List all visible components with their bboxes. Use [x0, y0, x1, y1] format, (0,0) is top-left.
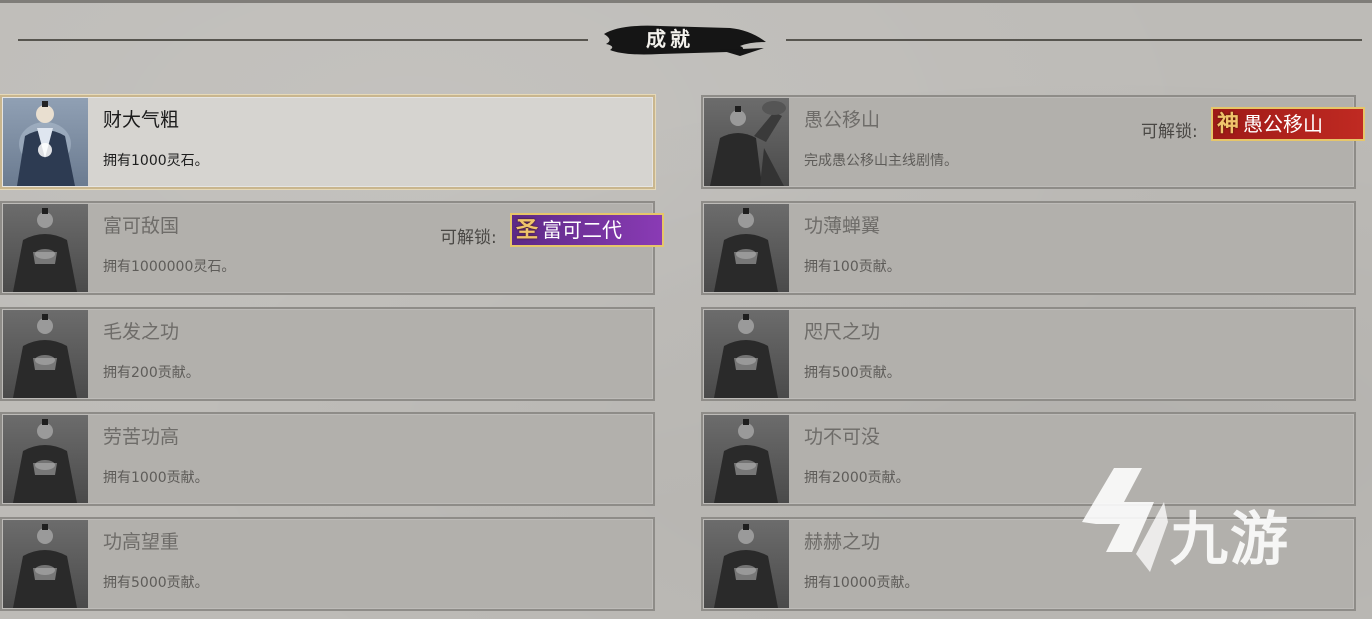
- reward-title-text: 愚公移山: [1243, 112, 1323, 136]
- achievement-description: 拥有2000贡献。: [804, 470, 910, 486]
- achievement-card[interactable]: 劳苦功高 拥有1000贡献。: [0, 412, 655, 506]
- unlock-label: 可解锁:: [1141, 122, 1198, 142]
- achievement-name: 劳苦功高: [103, 426, 180, 448]
- unlock-label: 可解锁:: [440, 228, 497, 248]
- achievement-description: 拥有200贡献。: [103, 365, 200, 381]
- achievement-description: 拥有500贡献。: [804, 365, 901, 381]
- achievement-card[interactable]: 愚公移山 完成愚公移山主线剧情。 可解锁: 神 愚公移山: [701, 95, 1365, 189]
- achievement-description: 拥有1000贡献。: [103, 470, 209, 486]
- achievement-description: 拥有1000000灵石。: [103, 259, 236, 275]
- achievement-description: 拥有5000贡献。: [103, 575, 209, 591]
- achievement-name: 财大气粗: [103, 109, 180, 131]
- achievement-description: 拥有1000灵石。: [103, 153, 209, 169]
- cultivator-portrait-dim-icon: [3, 310, 88, 398]
- achievement-name: 富可敌国: [103, 215, 180, 237]
- header-divider-left: [18, 39, 588, 41]
- achievement-card[interactable]: 功薄蝉翼 拥有100贡献。: [701, 201, 1356, 295]
- page-title: 成就: [646, 27, 694, 51]
- sage-rank-icon: 圣: [516, 217, 539, 243]
- cultivator-portrait-dim-icon: [3, 520, 88, 608]
- cultivator-portrait-dim-icon: [3, 415, 88, 503]
- cultivator-portrait-dim-icon: [704, 415, 789, 503]
- cultivator-portrait-dim-icon: [704, 520, 789, 608]
- achievement-name: 毛发之功: [103, 321, 180, 343]
- cultivator-portrait-dim-icon: [3, 204, 88, 292]
- cultivator-portrait-lit-icon: [3, 98, 88, 186]
- yugong-portrait-icon: [704, 98, 789, 186]
- header-divider-right: [786, 39, 1362, 41]
- cultivator-portrait-dim-icon: [704, 310, 789, 398]
- cultivator-portrait-dim-icon: [704, 204, 789, 292]
- achievement-card[interactable]: 功高望重 拥有5000贡献。: [0, 517, 655, 611]
- achievement-description: 拥有100贡献。: [804, 259, 901, 275]
- achievement-name: 咫尺之功: [804, 321, 881, 343]
- achievement-card[interactable]: 财大气粗 拥有1000灵石。: [0, 95, 655, 189]
- achievement-name: 赫赫之功: [804, 531, 881, 553]
- achievement-card[interactable]: 毛发之功 拥有200贡献。: [0, 307, 655, 401]
- watermark-text: 九游: [1170, 505, 1291, 573]
- achievement-name: 功不可没: [804, 426, 881, 448]
- reward-title-text: 富可二代: [542, 218, 622, 242]
- achievement-card[interactable]: 富可敌国 拥有1000000灵石。 可解锁: 圣 富可二代: [0, 201, 664, 295]
- reward-title-badge[interactable]: 神 愚公移山: [1211, 107, 1365, 141]
- reward-title-badge[interactable]: 圣 富可二代: [510, 213, 664, 247]
- achievement-name: 功薄蝉翼: [804, 215, 881, 237]
- achievement-name: 功高望重: [103, 531, 180, 553]
- achievement-card[interactable]: 咫尺之功 拥有500贡献。: [701, 307, 1356, 401]
- deity-rank-icon: 神: [1217, 111, 1240, 137]
- achievement-name: 愚公移山: [804, 109, 881, 131]
- achievement-description: 完成愚公移山主线剧情。: [804, 153, 958, 169]
- achievement-description: 拥有10000贡献。: [804, 575, 919, 591]
- top-border: [0, 0, 1372, 3]
